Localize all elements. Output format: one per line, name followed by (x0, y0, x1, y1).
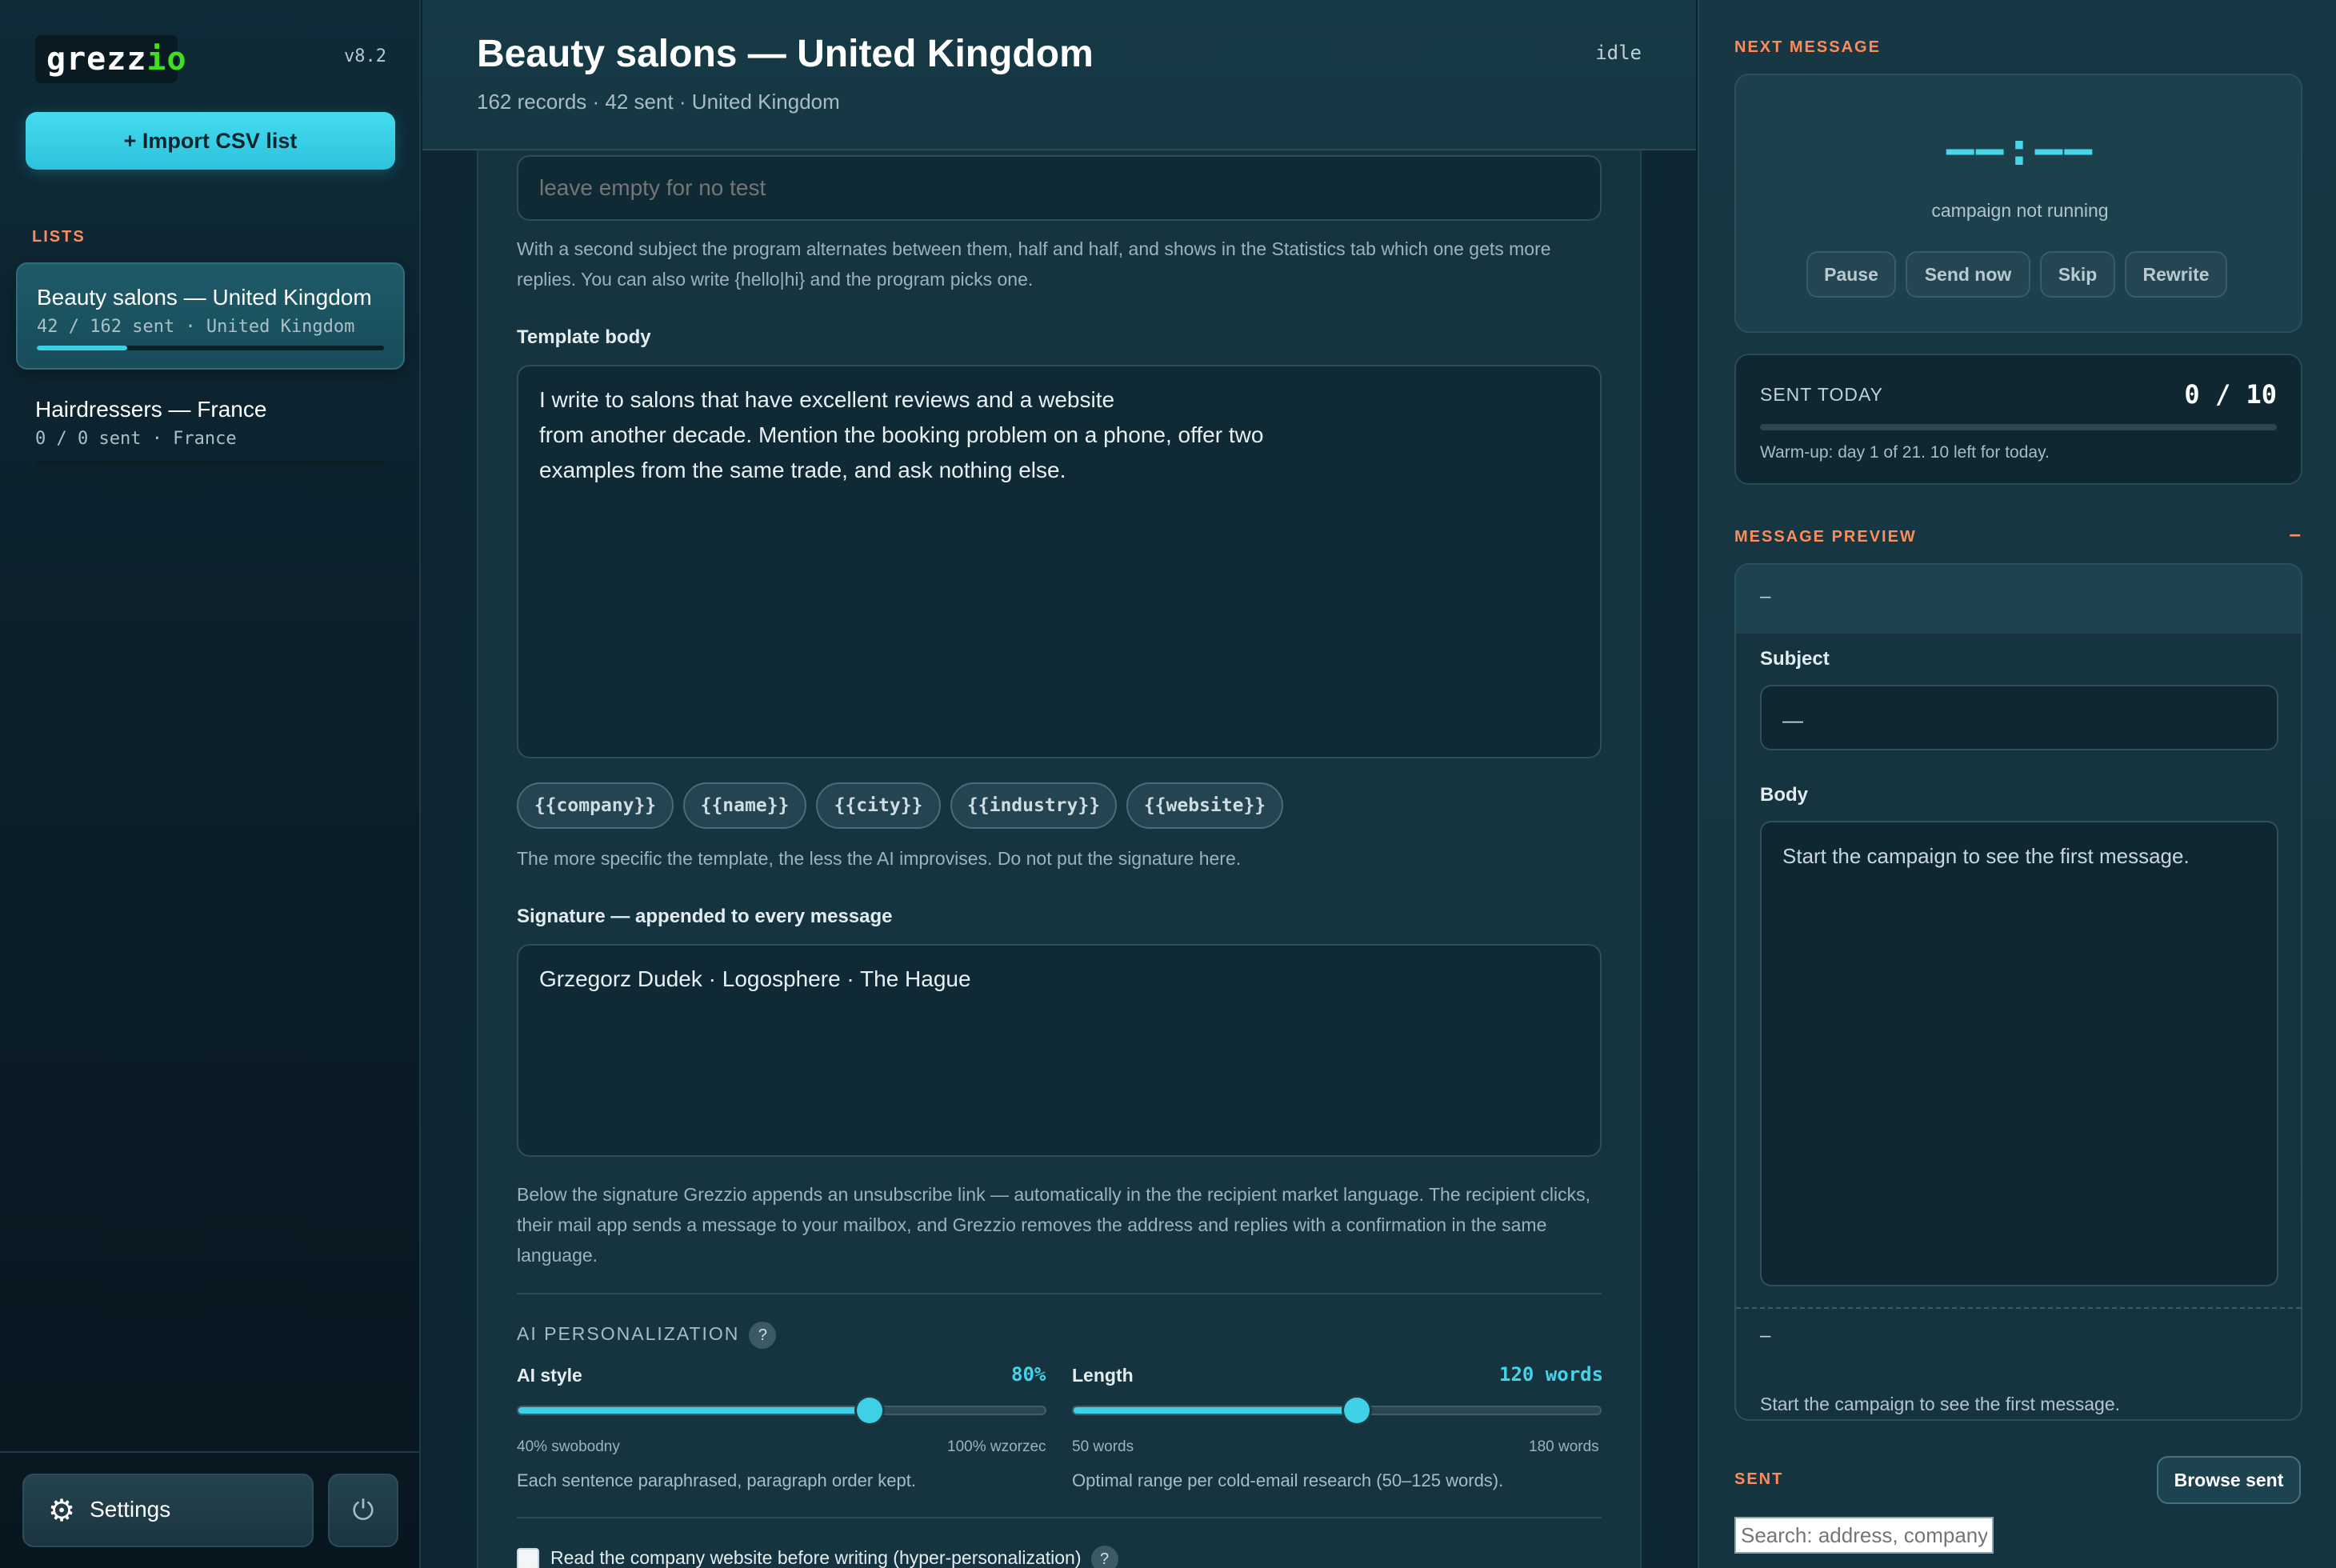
signature-label: Signature — appended to every message (517, 906, 893, 927)
sent-section-label: SENT (1734, 1470, 1784, 1488)
campaign-status: idle (1595, 42, 1642, 64)
gear-icon: ⚙ (48, 1494, 76, 1528)
rewrite-button[interactable]: Rewrite (2125, 251, 2227, 298)
preview-subject-field[interactable]: — (1760, 685, 2278, 750)
sent-today-label: SENT TODAY (1760, 384, 1884, 405)
preview-header: – (1736, 565, 2301, 634)
read-website-label: Read the company website before writing … (550, 1547, 1082, 1568)
length-slider[interactable] (1072, 1398, 1602, 1423)
ai-style-description: Each sentence paraphrased, paragraph ord… (517, 1470, 916, 1490)
page-title: Beauty salons — United Kingdom (477, 33, 1094, 75)
token-city[interactable]: {{city}} (816, 782, 941, 829)
read-website-checkbox[interactable] (517, 1548, 539, 1568)
ai-style-max-label: 100% wzorzec (947, 1438, 1046, 1455)
length-label: Length (1072, 1365, 1134, 1386)
send-now-button[interactable]: Send now (1906, 251, 2030, 298)
ai-personalization-label: AI PERSONALIZATION? (517, 1322, 777, 1349)
list-item-meta: 42 / 162 sent · United Kingdom (37, 317, 355, 337)
list-progress-bar (37, 346, 384, 350)
signature-helper-text: Below the signature Grezzio appends an u… (517, 1184, 1590, 1266)
list-progress-fill (37, 346, 127, 350)
power-button[interactable]: ⏻ (328, 1474, 398, 1547)
template-line: examples from the same trade, and ask no… (539, 458, 1066, 482)
skip-button[interactable]: Skip (2040, 251, 2115, 298)
length-min-label: 50 words (1072, 1438, 1134, 1455)
token-industry[interactable]: {{industry}} (950, 782, 1117, 829)
length-description: Optimal range per cold-email research (5… (1072, 1470, 1504, 1490)
preview-body-field[interactable]: Start the campaign to see the first mess… (1760, 821, 2278, 1286)
next-message-card: ––:–– campaign not running Pause Send no… (1734, 74, 2302, 333)
template-line: I write to salons that have excellent re… (539, 387, 1115, 412)
ai-style-slider-thumb[interactable] (856, 1398, 882, 1423)
app-version: v8.2 (344, 46, 386, 66)
settings-button[interactable]: ⚙ Settings (22, 1474, 314, 1547)
warmup-note: Warm-up: day 1 of 21. 10 left for today. (1760, 443, 2050, 462)
list-item-beauty-salons[interactable]: Beauty salons — United Kingdom 42 / 162 … (16, 262, 405, 370)
divider (517, 1293, 1602, 1294)
ai-style-value: 80% (1011, 1363, 1046, 1386)
list-item-meta: 0 / 0 sent · France (35, 429, 237, 449)
token-company[interactable]: {{company}} (517, 782, 674, 829)
app-logo: grezzio (35, 35, 186, 83)
sent-today-value: 0 / 10 (2184, 379, 2277, 410)
preview-recipient: – (1760, 586, 1771, 607)
token-name[interactable]: {{name}} (683, 782, 806, 829)
list-item-name: Beauty salons — United Kingdom (37, 285, 372, 310)
next-message-label: NEXT MESSAGE (1734, 38, 1881, 56)
browse-sent-button[interactable]: Browse sent (2157, 1456, 2301, 1504)
preview-body-label: Body (1760, 784, 1808, 806)
power-icon: ⏻ (352, 1494, 374, 1526)
lists-section-label: LISTS (32, 228, 86, 246)
pause-button[interactable]: Pause (1806, 251, 1896, 298)
list-item-name: Hairdressers — France (35, 397, 267, 422)
read-website-row[interactable]: Read the company website before writing … (517, 1546, 1118, 1568)
collapse-icon[interactable]: – (2290, 522, 2301, 546)
message-preview-card: – Subject — Body Start the campaign to s… (1734, 563, 2302, 1421)
ai-style-slider-fill (518, 1407, 870, 1414)
sent-today-card: SENT TODAY 0 / 10 Warm-up: day 1 of 21. … (1734, 354, 2302, 485)
right-panel: NEXT MESSAGE ––:–– campaign not running … (1698, 0, 2336, 1568)
length-value: 120 words (1499, 1363, 1604, 1386)
signature-textarea[interactable]: Grzegorz Dudek · Logosphere · The Hague (517, 944, 1602, 1157)
ai-style-min-label: 40% swobodny (517, 1438, 620, 1455)
template-body-textarea[interactable]: I write to salons that have excellent re… (517, 365, 1602, 758)
sidebar: grezzio v8.2 + Import CSV list LISTS Bea… (0, 0, 421, 1568)
import-csv-button[interactable]: + Import CSV list (26, 112, 395, 170)
main-header: Beauty salons — United Kingdom 162 recor… (422, 0, 1696, 150)
campaign-state-text: campaign not running (1931, 200, 2109, 221)
page-subtitle: 162 records · 42 sent · United Kingdom (477, 90, 840, 114)
settings-label: Settings (90, 1496, 171, 1522)
ai-style-label: AI style (517, 1365, 582, 1386)
length-slider-fill (1074, 1407, 1358, 1414)
list-progress-bar (35, 461, 386, 466)
ai-style-slider[interactable] (517, 1398, 1046, 1423)
sent-today-bar (1760, 424, 2277, 430)
preview-separator (1736, 1307, 2301, 1309)
template-line: from another decade. Mention the booking… (539, 422, 1264, 447)
test-subject-input[interactable] (517, 155, 1602, 221)
token-website[interactable]: {{website}} (1126, 782, 1283, 829)
help-icon[interactable]: ? (749, 1322, 777, 1349)
divider (517, 1517, 1602, 1518)
length-max-label: 180 words (1529, 1438, 1599, 1455)
message-preview-label: MESSAGE PREVIEW (1734, 528, 1917, 546)
template-body-label: Template body (517, 326, 651, 348)
preview-footer-dash: – (1760, 1325, 1771, 1346)
template-helper-text: The more specific the template, the less… (517, 848, 1242, 869)
help-icon[interactable]: ? (1090, 1546, 1118, 1568)
subject-helper-text: With a second subject the program altern… (517, 238, 1551, 290)
countdown-timer: ––:–– (1946, 122, 2094, 176)
sent-search-input[interactable] (1734, 1517, 1994, 1554)
preview-note: Start the campaign to see the first mess… (1760, 1394, 2121, 1414)
preview-subject-label: Subject (1760, 648, 1830, 670)
list-item-hairdressers[interactable]: Hairdressers — France 0 / 0 sent · Franc… (16, 376, 405, 483)
